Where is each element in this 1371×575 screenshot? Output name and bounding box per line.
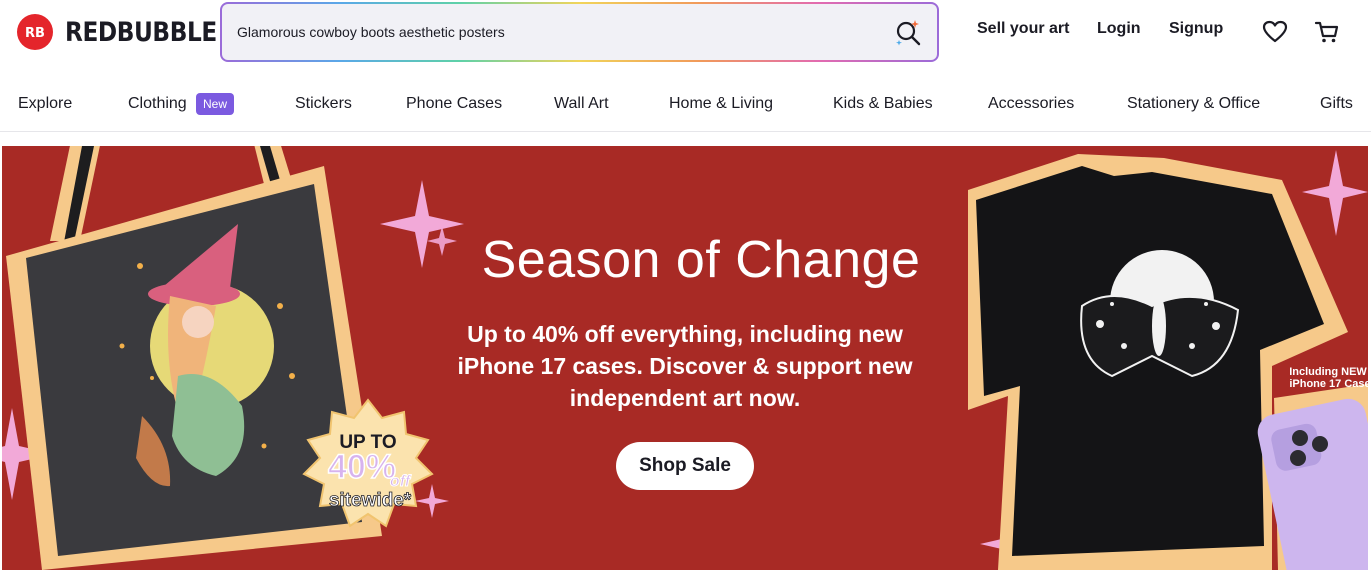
hero-title: Season of Change bbox=[2, 230, 1368, 290]
sell-your-art-link[interactable]: Sell your art bbox=[977, 20, 1069, 38]
category-gifts[interactable]: Gifts bbox=[1320, 95, 1353, 113]
search-input[interactable] bbox=[237, 4, 877, 60]
category-accessories[interactable]: Accessories bbox=[988, 95, 1074, 113]
category-clothing[interactable]: Clothing bbox=[128, 95, 187, 113]
cart-icon[interactable] bbox=[1314, 20, 1340, 44]
site-header: RB REDBUBBLE Sell your art Login Signup bbox=[0, 0, 1371, 66]
category-stickers[interactable]: Stickers bbox=[295, 95, 352, 113]
category-stationery-office[interactable]: Stationery & Office bbox=[1127, 95, 1260, 113]
category-wall-art[interactable]: Wall Art bbox=[554, 95, 609, 113]
category-explore[interactable]: Explore bbox=[18, 95, 72, 113]
category-home-living[interactable]: Home & Living bbox=[669, 95, 773, 113]
badge-sitewide: sitewide* bbox=[329, 490, 412, 511]
category-kids-babies[interactable]: Kids & Babies bbox=[833, 95, 933, 113]
phone-note-line2: iPhone 17 Case bbox=[1289, 378, 1368, 390]
signup-link[interactable]: Signup bbox=[1169, 20, 1223, 38]
login-link[interactable]: Login bbox=[1097, 20, 1141, 38]
shop-sale-button[interactable]: Shop Sale bbox=[616, 442, 754, 490]
hero-subtitle: Up to 40% off everything, including new … bbox=[457, 321, 913, 411]
category-phone-cases[interactable]: Phone Cases bbox=[406, 95, 502, 113]
category-nav: Explore Clothing New Stickers Phone Case… bbox=[0, 80, 1371, 132]
new-badge: New bbox=[196, 93, 235, 115]
brand-logo[interactable]: RB REDBUBBLE bbox=[17, 14, 241, 50]
badge-percent: 40% bbox=[328, 448, 396, 486]
hero-title-text: Season of Change bbox=[481, 231, 921, 289]
phone-note-line1: Including NEW bbox=[1289, 366, 1367, 378]
logo-mark-icon: RB bbox=[17, 14, 53, 50]
logo-mark-text: RB bbox=[25, 26, 45, 41]
brand-name: REDBUBBLE bbox=[65, 16, 217, 48]
hero-banner[interactable]: UP TO 40% off sitewide* Including NEW iP… bbox=[2, 146, 1368, 570]
search-bar bbox=[220, 2, 939, 62]
search-icon[interactable] bbox=[893, 18, 923, 48]
badge-off: off bbox=[390, 473, 412, 490]
heart-icon[interactable] bbox=[1262, 20, 1288, 44]
